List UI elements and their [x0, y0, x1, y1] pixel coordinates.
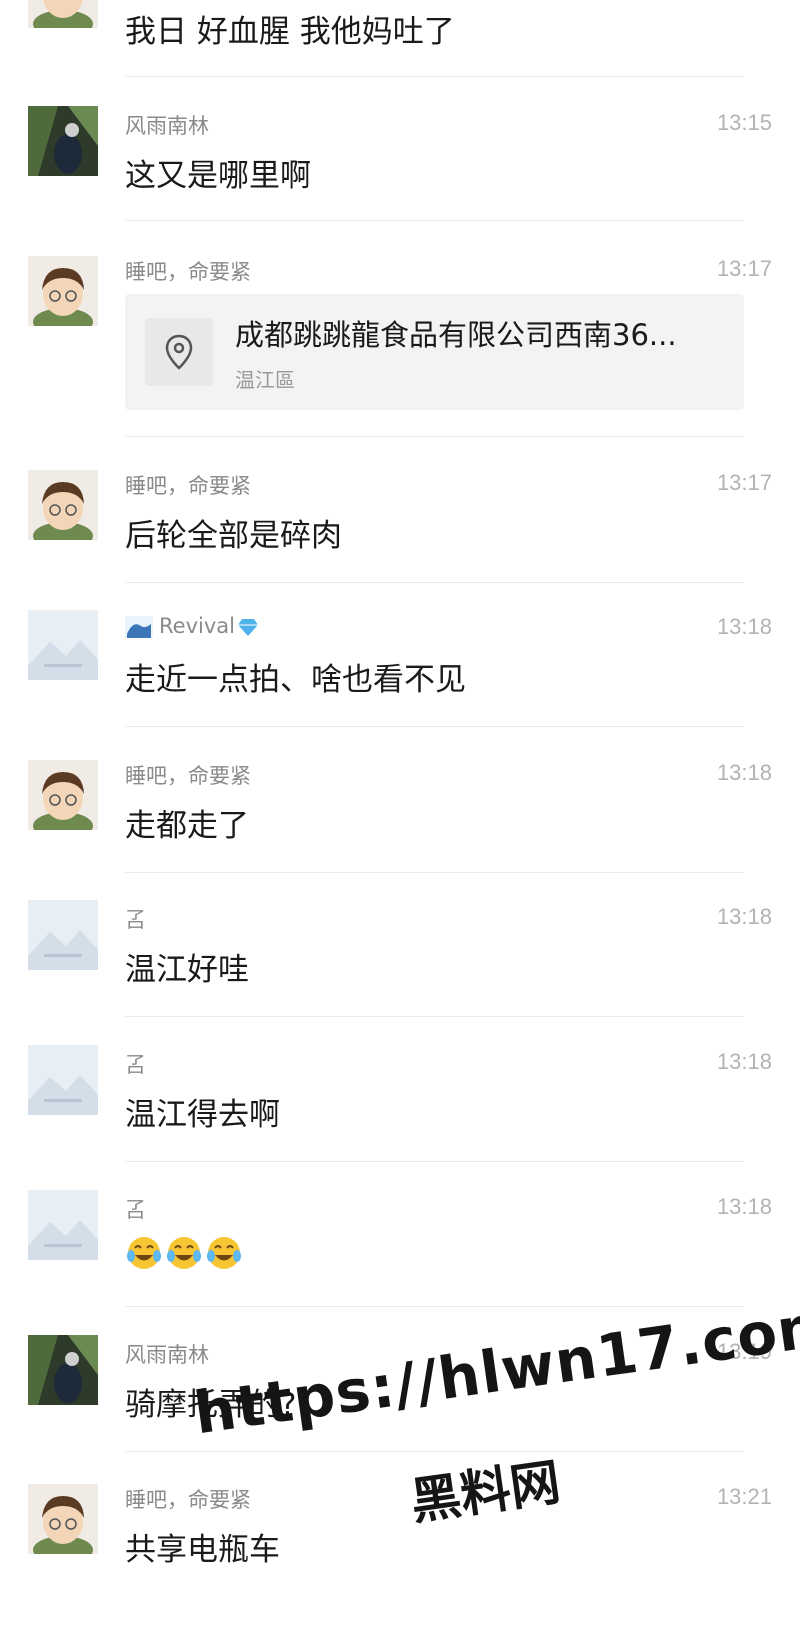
message-text: 骑摩托弄的? — [125, 1387, 297, 1423]
message-time: 13:18 — [716, 614, 772, 639]
avatar[interactable] — [28, 0, 98, 28]
location-pin-box — [145, 318, 213, 386]
forest-photo-icon — [28, 106, 98, 176]
cartoon-face-icon — [28, 1484, 98, 1554]
divider — [125, 1306, 744, 1307]
avatar[interactable] — [28, 1335, 98, 1405]
divider — [125, 726, 744, 727]
divider — [125, 1451, 744, 1452]
avatar[interactable] — [28, 1484, 98, 1554]
message-text: 走近一点拍、啥也看不见 — [125, 662, 466, 698]
message-time: 13:18 — [716, 1049, 772, 1074]
sender-name: 风雨南林 — [125, 1343, 209, 1367]
message-text: 共享电瓶车 — [125, 1532, 280, 1568]
divider — [125, 436, 744, 437]
placeholder-image-icon — [28, 1045, 98, 1115]
tears-of-joy-icon — [127, 1237, 161, 1269]
message-time: 13:21 — [716, 1484, 772, 1509]
sender-name: 睡吧，命要紧 — [125, 474, 251, 498]
avatar[interactable] — [28, 470, 98, 540]
location-pin-icon — [165, 334, 193, 370]
message-time: 13:18 — [716, 1194, 772, 1219]
sender-name: 睡吧，命要紧 — [125, 1488, 251, 1512]
avatar[interactable] — [28, 1190, 98, 1260]
message-text: 温江好哇 — [125, 952, 249, 988]
message-time: 13:18 — [716, 904, 772, 929]
message-time: 13:17 — [716, 256, 772, 281]
tears-of-joy-icon — [167, 1237, 201, 1269]
message-text: 温江得去啊 — [125, 1097, 280, 1133]
emoji-row — [125, 1234, 243, 1272]
message-text: 后轮全部是碎肉 — [125, 518, 342, 554]
sender-name: 叾 — [125, 1053, 146, 1077]
location-title: 成都跳跳龍食品有限公司西南36... — [235, 318, 677, 352]
cartoon-face-icon — [28, 470, 98, 540]
sender-name: 风雨南林 — [125, 114, 209, 138]
message-time: 13:17 — [716, 470, 772, 495]
forest-photo-icon — [28, 1335, 98, 1405]
placeholder-image-icon — [28, 610, 98, 680]
message-text: 这又是哪里啊 — [125, 158, 311, 194]
divider — [125, 582, 744, 583]
location-subtitle: 温江區 — [235, 368, 295, 392]
sender-name: 睡吧，命要紧 — [125, 764, 251, 788]
message-text: 走都走了 — [125, 808, 249, 844]
message-time: 13:15 — [716, 110, 772, 135]
cartoon-face-icon — [28, 256, 98, 326]
divider — [125, 872, 744, 873]
chat-message-list: 我日 好血腥 我他妈吐了 风雨南林 13:15 这又是哪里啊 睡吧，命要紧 13… — [0, 0, 800, 1628]
sender-name: 睡吧，命要紧 — [125, 260, 251, 284]
avatar[interactable] — [28, 256, 98, 326]
avatar[interactable] — [28, 760, 98, 830]
message-time: 13:18 — [716, 760, 772, 785]
avatar[interactable] — [28, 900, 98, 970]
avatar[interactable] — [28, 610, 98, 680]
location-card[interactable]: 成都跳跳龍食品有限公司西南36... 温江區 — [125, 294, 744, 410]
diamond-icon — [237, 617, 259, 637]
sender-name-text: Revival — [159, 614, 235, 638]
avatar[interactable] — [28, 1045, 98, 1115]
tears-of-joy-icon — [207, 1237, 241, 1269]
sender-name: Revival — [125, 614, 259, 638]
cartoon-face-icon — [28, 760, 98, 830]
avatar[interactable] — [28, 106, 98, 176]
placeholder-image-icon — [28, 1190, 98, 1260]
sender-name: 叾 — [125, 908, 146, 932]
divider — [125, 1016, 744, 1017]
placeholder-image-icon — [28, 900, 98, 970]
wave-icon — [125, 616, 153, 638]
divider — [125, 76, 744, 77]
message-time: 13:19 — [716, 1339, 772, 1364]
message-text: 我日 好血腥 我他妈吐了 — [125, 14, 455, 50]
divider — [125, 1161, 744, 1162]
sender-name: 叾 — [125, 1198, 146, 1222]
cartoon-face-icon — [28, 0, 98, 28]
divider — [125, 220, 744, 221]
